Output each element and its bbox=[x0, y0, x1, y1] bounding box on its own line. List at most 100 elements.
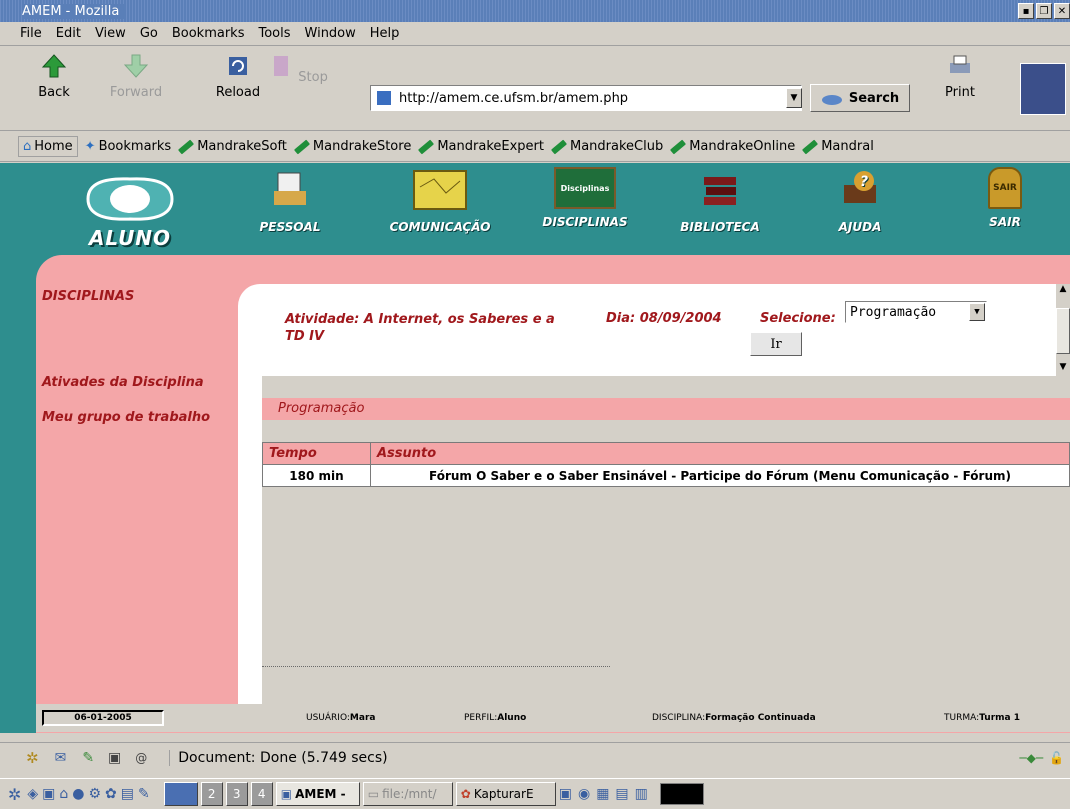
schedule-area bbox=[262, 376, 1070, 704]
menu-help[interactable]: Help bbox=[370, 26, 400, 41]
footer-perfil: PERFIL:Aluno bbox=[464, 713, 527, 723]
dotted-divider bbox=[262, 666, 610, 667]
footer-date: 06-01-2005 bbox=[42, 710, 164, 726]
schedule-table: Tempo Assunto 180 min Fórum O Saber e o … bbox=[262, 442, 1070, 487]
online-icon[interactable]: ─◆─ bbox=[1019, 751, 1043, 765]
close-button[interactable]: ✕ bbox=[1054, 3, 1070, 19]
bookmark-mandrakeclub[interactable]: MandrakeClub bbox=[550, 139, 663, 154]
kde-start-icon[interactable]: ✲ bbox=[8, 785, 21, 804]
bookmark-mandral[interactable]: Mandral bbox=[802, 139, 874, 154]
atividade-label: Atividade: A Internet, os Saberes e a TD… bbox=[285, 312, 555, 344]
desktop-4[interactable]: 4 bbox=[250, 782, 273, 806]
navigator-icon[interactable]: ✲ bbox=[26, 749, 39, 767]
url-dropdown-icon[interactable]: ▼ bbox=[786, 88, 802, 108]
bookmark-mandrakesoft[interactable]: MandrakeSoft bbox=[178, 139, 287, 154]
vertical-scrollbar[interactable]: ▲ ▼ bbox=[1056, 284, 1070, 378]
bookmark-mandrakeonline[interactable]: MandrakeOnline bbox=[670, 139, 795, 154]
stop-button[interactable]: Stop bbox=[268, 53, 328, 85]
printer-icon bbox=[950, 55, 970, 73]
print-button[interactable]: Print bbox=[930, 53, 990, 100]
irc-icon[interactable]: @ bbox=[135, 751, 147, 765]
kapturar-task-icon: ✿ bbox=[460, 787, 471, 801]
nav-pessoal[interactable]: PESSOAL bbox=[250, 167, 330, 234]
mandrake-throbber-icon[interactable] bbox=[1020, 63, 1066, 115]
nav-biblioteca[interactable]: BIBLIOTECA bbox=[670, 167, 770, 234]
dia-label: Dia: 08/09/2004 bbox=[606, 311, 722, 326]
cell-tempo: 180 min bbox=[262, 464, 371, 487]
status-text: Document: Done (5.749 secs) bbox=[169, 749, 388, 766]
comunicacao-map-icon bbox=[413, 170, 467, 210]
menu-edit[interactable]: Edit bbox=[56, 26, 81, 41]
reload-icon bbox=[229, 57, 247, 75]
menu-go[interactable]: Go bbox=[140, 26, 158, 41]
quicklaunch-icons: ◈▣⌂●⚙✿▤✎ bbox=[27, 786, 154, 802]
bookmark-mandrakeexpert[interactable]: MandrakeExpert bbox=[418, 139, 544, 154]
bookmark-icon bbox=[293, 139, 310, 154]
menu-window[interactable]: Window bbox=[305, 26, 356, 41]
programacao-select[interactable]: Programação ▼ bbox=[845, 301, 987, 323]
aluno-logo-icon bbox=[86, 177, 174, 221]
table-header-row: Tempo Assunto bbox=[262, 442, 1070, 465]
menu-tools[interactable]: Tools bbox=[258, 26, 290, 41]
forward-button[interactable]: Forward bbox=[106, 53, 166, 100]
desktop-1[interactable] bbox=[163, 782, 198, 806]
composer-icon[interactable]: ✎ bbox=[82, 750, 94, 766]
bookmarks-toolbar: ⌂ Home ✦ Bookmarks MandrakeSoft MandrakeSt… bbox=[0, 132, 1070, 162]
column-header-tempo: Tempo bbox=[262, 442, 371, 465]
footer-turma: TURMA:Turma 1 bbox=[944, 713, 1020, 723]
search-button[interactable]: Search bbox=[810, 84, 910, 112]
site-icon bbox=[377, 91, 391, 105]
task-amem[interactable]: ▣ AMEM - bbox=[275, 782, 360, 806]
back-button[interactable]: Back bbox=[24, 53, 84, 100]
bookmark-mandrakestore[interactable]: MandrakeStore bbox=[293, 139, 411, 154]
desktop-2[interactable]: 2 bbox=[200, 782, 223, 806]
sidebar-item-atividades[interactable]: Ativades da Disciplina bbox=[42, 375, 204, 390]
aluno-logo[interactable]: ALUNO bbox=[78, 173, 182, 250]
mail-icon[interactable]: ✉ bbox=[55, 750, 67, 766]
nav-comunicacao[interactable]: COMUNICAÇÃO bbox=[380, 167, 500, 234]
lock-icon: 🔓 bbox=[1049, 750, 1064, 765]
status-bar: ✲ ✉ ✎ ▣ @ Document: Done (5.749 secs) ─◆… bbox=[0, 742, 1070, 772]
maximize-button[interactable]: ❐ bbox=[1036, 3, 1052, 19]
task-kapturar[interactable]: ✿ KapturarE bbox=[455, 782, 556, 806]
menu-view[interactable]: View bbox=[95, 26, 126, 41]
mozilla-task-icon: ▣ bbox=[280, 787, 293, 801]
addressbook-icon[interactable]: ▣ bbox=[108, 750, 121, 766]
task-file[interactable]: ▭ file:/mnt/ bbox=[362, 782, 453, 806]
nav-ajuda[interactable]: ? AJUDA bbox=[820, 167, 900, 234]
bookmark-icon bbox=[550, 139, 568, 154]
scroll-down-icon[interactable]: ▼ bbox=[1056, 362, 1070, 376]
sidebar-title: DISCIPLINAS bbox=[42, 289, 135, 304]
minimize-button[interactable]: ▪ bbox=[1018, 3, 1034, 19]
tray-icons: ▣◉▦▤▥ bbox=[558, 786, 654, 802]
menubar: File Edit View Go Bookmarks Tools Window… bbox=[0, 22, 1070, 46]
sidebar-item-grupo[interactable]: Meu grupo de trabalho bbox=[42, 410, 210, 425]
back-arrow-icon bbox=[41, 54, 67, 78]
scroll-thumb[interactable] bbox=[1056, 308, 1070, 354]
desktop-3[interactable]: 3 bbox=[225, 782, 248, 806]
page-footer: 06-01-2005 USUÁRIO:Mara PERFIL:Aluno DIS… bbox=[36, 704, 1070, 732]
home-icon: ⌂ bbox=[23, 139, 32, 154]
chevron-down-icon: ▼ bbox=[969, 303, 985, 321]
menu-file[interactable]: File bbox=[20, 26, 42, 41]
clock-display[interactable] bbox=[659, 783, 704, 805]
reload-button[interactable]: Reload bbox=[208, 53, 268, 100]
bookmarks-icon: ✦ bbox=[84, 139, 96, 154]
folder-task-icon: ▭ bbox=[367, 787, 380, 801]
scroll-up-icon[interactable]: ▲ bbox=[1056, 284, 1070, 298]
nav-sair[interactable]: SAIR SAIR bbox=[970, 167, 1040, 229]
url-bar[interactable]: http://amem.ce.ufsm.br/amem.php bbox=[370, 85, 802, 111]
menu-bookmarks[interactable]: Bookmarks bbox=[172, 26, 245, 41]
help-book-icon: ? bbox=[844, 171, 876, 203]
bookmarks-button[interactable]: ✦ Bookmarks bbox=[85, 139, 172, 154]
main-panel: Atividade: A Internet, os Saberes e a TD… bbox=[238, 284, 1070, 704]
books-icon bbox=[704, 177, 736, 205]
ir-button[interactable]: Ir bbox=[750, 332, 802, 356]
column-header-assunto: Assunto bbox=[370, 442, 1070, 465]
nav-disciplinas[interactable]: Disciplinas DISCIPLINAS bbox=[528, 167, 642, 229]
window-titlebar: AMEM - Mozilla ▪ ❐ ✕ bbox=[0, 0, 1070, 22]
footer-usuario: USUÁRIO:Mara bbox=[306, 713, 376, 723]
home-button[interactable]: ⌂ Home bbox=[18, 136, 78, 157]
bookmark-icon bbox=[418, 139, 435, 154]
bookmark-icon bbox=[670, 139, 687, 154]
